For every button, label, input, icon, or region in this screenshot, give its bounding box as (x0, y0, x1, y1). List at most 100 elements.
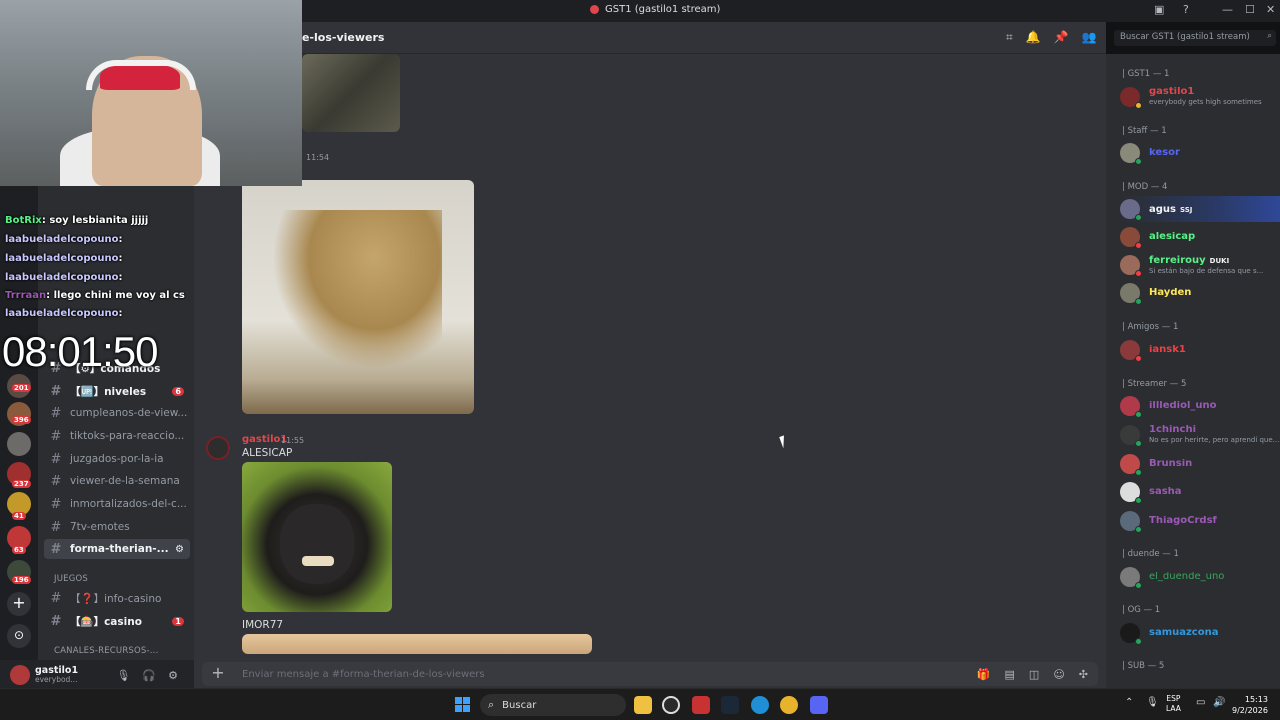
avatar (1120, 511, 1142, 533)
composer-placeholder[interactable]: Enviar mensaje a #forma-therian-de-los-v… (242, 669, 485, 680)
taskbar-search[interactable]: ⌕ Buscar (480, 694, 626, 716)
microphone-icon[interactable]: 🎙 (1146, 697, 1159, 708)
hash-icon: # (50, 383, 62, 399)
search-input[interactable]: Buscar GST1 (gastilo1 stream) ⌕ (1114, 30, 1276, 46)
member-item[interactable]: kesor (1120, 140, 1280, 166)
member-item[interactable]: Brunsin (1120, 451, 1280, 477)
member-item[interactable]: Hayden (1120, 280, 1280, 306)
chat-text: : soy lesbianita jjjjj (41, 215, 149, 226)
chat-text: : (118, 253, 123, 264)
channel-item[interactable]: # juzgados-por-la-ia (44, 449, 190, 469)
app-icon[interactable] (692, 696, 710, 714)
add-attachment-icon[interactable]: + (210, 665, 226, 682)
member-item[interactable]: ThiagoCrdsf (1120, 508, 1280, 534)
message-avatar[interactable] (206, 436, 230, 460)
sticker-icon[interactable]: ◫ (1029, 668, 1039, 681)
member-name: Brunsin (1149, 459, 1193, 469)
app-icon[interactable] (662, 696, 680, 714)
search-icon: ⌕ (488, 698, 495, 711)
member-item[interactable]: el_duende_uno (1120, 564, 1280, 590)
inbox-icon[interactable]: ▣ (1154, 3, 1164, 16)
hash-icon: # (50, 590, 62, 606)
member-item[interactable]: ferreirouy DUKI Si están bajo de defensa q… (1120, 252, 1280, 278)
channel-item[interactable]: # 7tv-emotes (44, 517, 190, 537)
member-item[interactable]: illlediol_uno (1120, 393, 1280, 419)
members-icon[interactable]: 👥 (1082, 30, 1097, 45)
member-item[interactable]: sasha (1120, 479, 1280, 505)
channel-item[interactable]: # 【🆙】niveles 6 (44, 381, 190, 401)
channel-item[interactable]: # cumpleanos-de-view... (44, 403, 190, 423)
member-name: kesor (1149, 148, 1180, 158)
status-dot (1135, 102, 1142, 109)
edge-icon[interactable] (751, 696, 769, 714)
hash-icon: # (50, 496, 62, 512)
chat-line: laabueladelcopouno: (5, 253, 122, 264)
apps-icon[interactable]: ✣ (1079, 668, 1088, 681)
member-status: Si están bajo de defensa que s... (1149, 267, 1264, 275)
pin-icon[interactable]: 📌 (1054, 30, 1069, 45)
member-tag: DUKI (1209, 257, 1230, 265)
explore-icon[interactable]: ⊙ (7, 624, 31, 648)
channel-label: forma-therian-... (70, 543, 169, 555)
window-title-text: GST1 (gastilo1 stream) (605, 4, 721, 15)
channel-item[interactable]: # inmortalizados-del-c... (44, 494, 190, 514)
channel-item[interactable]: # 【❓】info-casino (44, 588, 190, 608)
headphones-icon[interactable]: 🎧 (142, 669, 156, 682)
maximize-button[interactable]: ☐ (1245, 3, 1255, 16)
avatar (1120, 567, 1142, 589)
monkey-teeth (302, 556, 334, 566)
windows-start-icon[interactable] (455, 697, 470, 712)
member-item[interactable]: gastilo1 everybody gets high sometimes (1120, 84, 1280, 110)
member-item[interactable]: agus SSJ (1120, 196, 1280, 222)
status-dot (1135, 411, 1142, 418)
settings-icon[interactable]: ⚙ (168, 669, 178, 682)
category-juegos[interactable]: JUEGOS (54, 574, 88, 584)
chrome-icon[interactable] (780, 696, 798, 714)
channel-item-active[interactable]: # forma-therian-... ⚙ (44, 539, 190, 559)
minimize-button[interactable]: — (1222, 3, 1233, 16)
message-composer[interactable]: + Enviar mensaje a #forma-therian-de-los… (202, 662, 1098, 686)
volume-icon[interactable]: 🔊 (1213, 697, 1225, 708)
gif-icon[interactable]: ▤ (1005, 668, 1015, 681)
microphone-icon[interactable]: 🎙 (116, 669, 130, 682)
server-badge: 196 (12, 576, 31, 584)
taskbar-clock[interactable]: 15:13 9/2/2026 (1232, 694, 1268, 716)
discord-icon[interactable] (810, 696, 828, 714)
member-item[interactable]: iansk1 (1120, 337, 1280, 363)
message-image[interactable] (242, 634, 592, 654)
member-name: illlediol_uno (1149, 401, 1217, 411)
add-server-icon[interactable]: + (7, 592, 31, 616)
network-icon[interactable]: ▭ (1196, 697, 1205, 708)
avatar (1120, 283, 1142, 305)
close-button[interactable]: ✕ (1266, 3, 1275, 16)
settings-icon[interactable]: ⚙ (175, 544, 184, 555)
language-indicator[interactable]: ESP LAA (1166, 694, 1181, 714)
member-name: el_duende_uno (1149, 572, 1225, 582)
message-image-monkey[interactable] (242, 462, 392, 612)
member-item[interactable]: samuazcona (1120, 620, 1280, 646)
channel-item[interactable]: # viewer-de-la-semana (44, 471, 190, 491)
channel-item[interactable]: # 【🎰】casino 1 (44, 611, 190, 631)
chat-header: e-los-viewers ⌗ 🔔 📌 👥 (194, 22, 1106, 54)
bell-icon[interactable]: 🔔 (1026, 30, 1041, 45)
server-icon[interactable] (7, 432, 31, 456)
member-item[interactable]: alesicap (1120, 224, 1280, 250)
channel-item[interactable]: # tiktoks-para-reaccio... (44, 426, 190, 446)
help-icon[interactable]: ? (1183, 3, 1189, 16)
member-group-label: | OG — 1 (1122, 605, 1161, 615)
chat-text: : llego chini me voy al cs (46, 290, 185, 301)
emoji-icon[interactable]: ☺ (1053, 668, 1064, 681)
hash-icon: # (50, 451, 62, 467)
category-recursos[interactable]: CANALES-RECURSOS-... (54, 646, 159, 656)
steam-icon[interactable] (721, 696, 739, 714)
message-image[interactable] (302, 54, 400, 132)
channel-label: juzgados-por-la-ia (70, 453, 164, 465)
gift-icon[interactable]: 🎁 (977, 668, 991, 681)
message-text: ALESICAP (242, 447, 293, 459)
tray-chevron-icon[interactable]: ⌃ (1125, 697, 1133, 708)
member-item[interactable]: 1chinchi No es por herirte, pero aprendí … (1120, 422, 1280, 448)
avatar (1120, 87, 1142, 109)
file-explorer-icon[interactable] (634, 696, 652, 714)
avatar[interactable] (10, 665, 30, 685)
threads-icon[interactable]: ⌗ (1006, 30, 1013, 45)
